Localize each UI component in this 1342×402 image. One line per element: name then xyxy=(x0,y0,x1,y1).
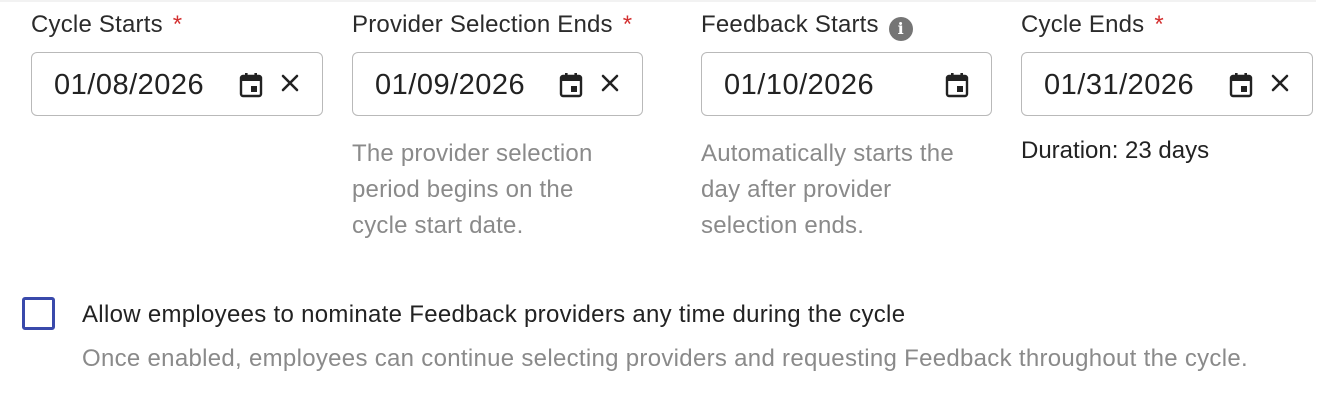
cycle-ends-date-input[interactable]: 01/31/2026 xyxy=(1021,52,1313,116)
section-divider xyxy=(0,0,1316,2)
cycle-ends-value[interactable]: 01/31/2026 xyxy=(1044,68,1194,102)
provider-selection-ends-label: Provider Selection Ends * xyxy=(352,10,632,40)
cycle-starts-date-input[interactable]: 01/08/2026 xyxy=(31,52,323,116)
cycle-starts-label: Cycle Starts * xyxy=(31,10,182,40)
allow-nomination-checkbox[interactable] xyxy=(22,297,55,330)
close-icon[interactable] xyxy=(596,69,624,97)
provider-selection-help-text: The provider selection period begins on … xyxy=(352,140,593,239)
feedback-starts-label-text: Feedback Starts xyxy=(701,11,879,38)
provider-selection-ends-date-input[interactable]: 01/09/2026 xyxy=(352,52,643,116)
calendar-icon[interactable] xyxy=(559,72,583,98)
feedback-starts-value[interactable]: 01/10/2026 xyxy=(724,68,874,102)
required-asterisk: * xyxy=(172,11,183,38)
allow-nomination-label[interactable]: Allow employees to nominate Feedback pro… xyxy=(82,300,905,330)
provider-selection-ends-label-text: Provider Selection Ends xyxy=(352,11,613,38)
cycle-duration-text: Duration: 23 days xyxy=(1021,137,1210,164)
feedback-starts-help-text: Automatically starts the day after provi… xyxy=(701,140,954,239)
calendar-icon[interactable] xyxy=(945,72,969,98)
provider-selection-ends-value[interactable]: 01/09/2026 xyxy=(375,68,525,102)
cycle-starts-value[interactable]: 01/08/2026 xyxy=(54,68,204,102)
info-icon[interactable]: i xyxy=(888,17,913,41)
feedback-starts-label: Feedback Starts i xyxy=(701,10,913,41)
allow-nomination-description: Once enabled, employees can continue sel… xyxy=(82,345,1248,372)
cycle-ends-label-text: Cycle Ends xyxy=(1021,11,1145,38)
calendar-icon[interactable] xyxy=(239,72,263,98)
calendar-icon[interactable] xyxy=(1229,72,1253,98)
cycle-starts-label-text: Cycle Starts xyxy=(31,11,163,38)
required-asterisk: * xyxy=(622,11,633,38)
cycle-ends-label: Cycle Ends * xyxy=(1021,10,1164,40)
required-asterisk: * xyxy=(1154,11,1164,38)
close-icon[interactable] xyxy=(1266,69,1294,97)
feedback-starts-date-input[interactable]: 01/10/2026 xyxy=(701,52,992,116)
close-icon[interactable] xyxy=(276,69,304,97)
